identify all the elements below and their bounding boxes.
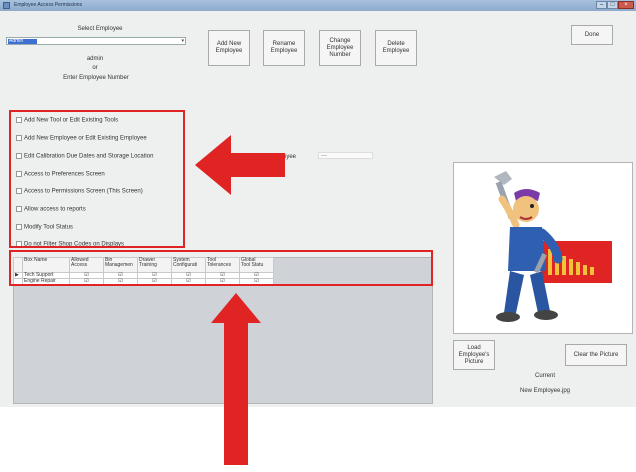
delete-employee-button[interactable]: Delete Employee — [375, 30, 417, 66]
current-filename: New Employee.jpg — [519, 388, 571, 394]
employee-number-label: Enter Employee Number — [63, 75, 129, 81]
close-icon[interactable]: × — [618, 1, 634, 9]
load-picture-button[interactable]: Load Employee's Picture — [453, 340, 495, 370]
left-arrow-icon — [195, 135, 285, 195]
up-arrow-icon — [211, 293, 261, 465]
permissions-highlight-box — [9, 110, 185, 248]
clear-picture-button[interactable]: Clear the Picture — [565, 344, 627, 366]
title-bar: Employee Access Permissions – □ × — [0, 0, 636, 11]
window-title: Employee Access Permissions — [14, 2, 83, 8]
employee-select-value: Admin — [8, 39, 37, 44]
mechanic-illustration — [494, 171, 612, 322]
done-button[interactable]: Done — [571, 25, 613, 45]
mechanic-figure-icon — [494, 171, 563, 322]
minimize-icon[interactable]: – — [596, 1, 607, 9]
add-employee-button[interactable]: Add New Employee — [208, 30, 250, 66]
app-icon — [3, 2, 10, 9]
grid-highlight-box — [9, 250, 433, 286]
change-employee-number-button[interactable]: Change Employee Number — [319, 30, 361, 66]
select-employee-label: Select Employee — [77, 26, 123, 32]
employee-picture-frame — [453, 162, 633, 334]
employee-field[interactable]: ⎯⎯⎯ — [318, 152, 373, 159]
maximize-icon[interactable]: □ — [607, 1, 618, 9]
employee-name: admin — [86, 56, 104, 62]
current-label: Current — [534, 373, 555, 379]
rename-employee-button[interactable]: Rename Employee — [263, 30, 305, 66]
chevron-down-icon[interactable]: ▾ — [181, 38, 184, 44]
or-label: or — [92, 65, 98, 71]
employee-select[interactable]: Admin ▾ — [6, 37, 186, 45]
